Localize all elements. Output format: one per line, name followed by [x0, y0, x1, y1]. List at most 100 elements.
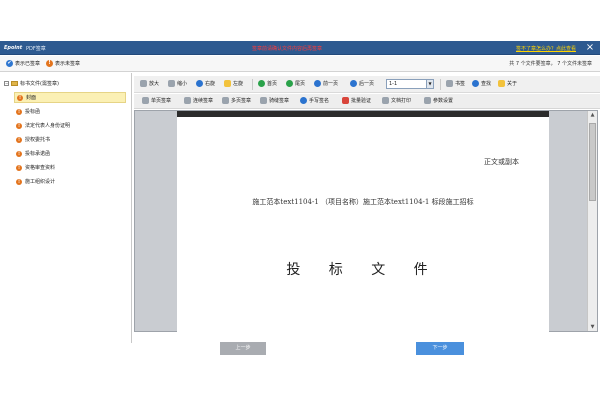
tree-item-label: 法定代表人身份证明: [25, 123, 71, 129]
tree-item-label: 授权委托书: [25, 137, 51, 143]
unsigned-status-icon: !: [16, 164, 22, 171]
single-sign-button[interactable]: 单页签章: [142, 97, 171, 104]
first-page-icon: [258, 80, 265, 87]
page-select-value: 1-1: [389, 81, 398, 87]
stamp-icon: [142, 97, 149, 104]
tree-item-label: 资格审查资料: [25, 165, 56, 171]
zoom-out-button[interactable]: 缩小: [168, 80, 187, 87]
prev-page-button[interactable]: 前一页: [314, 80, 338, 87]
search-icon: [472, 80, 479, 87]
viewer-toolbar: 放大 缩小 右旋 左旋 首页 尾页 前一页 后一页 1-1 ▼ 书签 查找 关于: [134, 76, 600, 93]
last-page-button[interactable]: 尾页: [286, 80, 305, 87]
tree-root-label: 标书文件(需签章): [20, 81, 59, 87]
first-page-button[interactable]: 首页: [258, 80, 277, 87]
unsigned-legend: ! 表示未签章: [46, 60, 80, 67]
first-page-label: 首页: [267, 81, 278, 87]
find-button[interactable]: 查找: [472, 80, 491, 87]
rotate-right-label: 右旋: [205, 81, 216, 87]
pdf-page: 正文或副本 施工范本text1104-1 （项目名称）施工范本text1104-…: [177, 111, 549, 333]
unsigned-status-icon: !: [16, 136, 22, 143]
prev-page-label: 前一页: [323, 81, 339, 87]
title-bar: Epoint PDF签章 签章前请确认文件内容后再签章 签不了章怎么办？点此查看…: [0, 41, 600, 55]
toolbar-divider: [252, 79, 253, 90]
unsigned-status-icon: !: [16, 122, 22, 129]
batch-verify-button[interactable]: 批量验证: [342, 97, 371, 104]
tree-item-commitment[interactable]: ! 投标承诺函: [14, 148, 126, 159]
handwrite-sign-button[interactable]: 手写签名: [300, 97, 329, 104]
single-sign-label: 单页签章: [151, 98, 172, 104]
find-label: 查找: [481, 81, 492, 87]
tree-item-legal-rep-id[interactable]: ! 法定代表人身份证明: [14, 120, 126, 131]
next-page-button[interactable]: 后一页: [350, 80, 374, 87]
document-heading: 施工范本text1104-1 （项目名称）施工范本text1104-1 标段施工…: [252, 198, 474, 206]
page-select[interactable]: 1-1 ▼: [386, 79, 434, 89]
next-page-label: 后一页: [359, 81, 375, 87]
folder-icon: [11, 81, 18, 86]
close-icon[interactable]: ×: [584, 42, 596, 54]
unsigned-status-icon: !: [16, 178, 22, 185]
tree-item-bid-letter[interactable]: ! 投标函: [14, 106, 126, 117]
ride-seam-sign-button[interactable]: 骑缝签章: [260, 97, 289, 104]
bookmark-label: 书签: [455, 81, 466, 87]
signing-toolbar: 单页签章 连续签章 多页签章 骑缝签章 手写签名 批量验证 文档打印 参数设置: [134, 94, 600, 109]
ride-seam-label: 骑缝签章: [269, 98, 290, 104]
bookmark-icon: [446, 80, 453, 87]
unsigned-status-icon: !: [17, 94, 23, 101]
collapse-icon[interactable]: −: [4, 81, 9, 86]
help-link[interactable]: 签不了章怎么办？点此查看: [516, 45, 576, 52]
tree-root[interactable]: − 标书文件(需签章): [4, 80, 59, 87]
pdf-viewer[interactable]: 正文或副本 施工范本text1104-1 （项目名称）施工范本text1104-…: [134, 110, 598, 333]
chevron-down-icon[interactable]: ▼: [426, 80, 433, 88]
tree-item-label: 投标函: [25, 109, 41, 115]
rotate-left-button[interactable]: 左旋: [224, 80, 243, 87]
bookmark-button[interactable]: 书签: [446, 80, 465, 87]
rotate-right-button[interactable]: 右旋: [196, 80, 215, 87]
handwrite-label: 手写签名: [309, 98, 330, 104]
scroll-down-icon[interactable]: ▼: [588, 323, 597, 331]
vertical-scrollbar[interactable]: ▲ ▼: [587, 111, 597, 331]
tree-item-authorization[interactable]: ! 授权委托书: [14, 134, 126, 145]
zoom-in-button[interactable]: 放大: [140, 80, 159, 87]
printer-icon: [382, 97, 389, 104]
print-button[interactable]: 文档打印: [382, 97, 411, 104]
batch-sign-label: 连续签章: [193, 98, 214, 104]
brand-logo: Epoint: [4, 45, 23, 51]
multi-sign-button[interactable]: 多页签章: [222, 97, 251, 104]
document-title: 投 标 文 件: [286, 262, 440, 278]
unsigned-status-icon: !: [46, 60, 53, 67]
zoom-in-label: 放大: [149, 81, 160, 87]
toolbar-divider: [440, 79, 441, 90]
verify-icon: [342, 97, 349, 104]
file-tree-sidebar: − 标书文件(需签章) ! 封面 ! 投标函 ! 法定代表人身份证明 ! 授权委…: [0, 73, 132, 343]
page-top-border: [177, 111, 549, 117]
scroll-up-icon[interactable]: ▲: [588, 111, 597, 119]
multi-sign-label: 多页签章: [231, 98, 252, 104]
rotate-left-icon: [224, 80, 231, 87]
zoom-in-icon: [140, 80, 147, 87]
next-step-button[interactable]: 下一步: [416, 342, 464, 355]
unsigned-files-count: 7 个文件未签章: [557, 61, 592, 67]
zoom-out-icon: [168, 80, 175, 87]
gear-icon: [424, 97, 431, 104]
unsigned-status-icon: !: [16, 150, 22, 157]
copy-type-label: 正文或副本: [484, 158, 519, 166]
tree-item-construction-plan[interactable]: ! 施工组织设计: [14, 176, 126, 187]
stamp-icon: [222, 97, 229, 104]
tree-item-cover[interactable]: ! 封面: [14, 92, 126, 103]
sign-warning-text: 签章前请确认文件内容后再签章: [252, 46, 323, 52]
signed-status-icon: ✔: [6, 60, 13, 67]
rotate-left-label: 左旋: [233, 81, 244, 87]
about-label: 关于: [507, 81, 518, 87]
print-label: 文档打印: [391, 98, 412, 104]
about-button[interactable]: 关于: [498, 80, 517, 87]
tree-item-qualification[interactable]: ! 资格审查资料: [14, 162, 126, 173]
scrollbar-thumb[interactable]: [589, 123, 596, 201]
settings-label: 参数设置: [433, 98, 454, 104]
settings-button[interactable]: 参数设置: [424, 97, 453, 104]
batch-verify-label: 批量验证: [351, 98, 372, 104]
batch-sign-button[interactable]: 连续签章: [184, 97, 213, 104]
prev-step-button[interactable]: 上一步: [220, 342, 266, 355]
zoom-out-label: 缩小: [177, 81, 188, 87]
last-page-icon: [286, 80, 293, 87]
pen-icon: [300, 97, 307, 104]
